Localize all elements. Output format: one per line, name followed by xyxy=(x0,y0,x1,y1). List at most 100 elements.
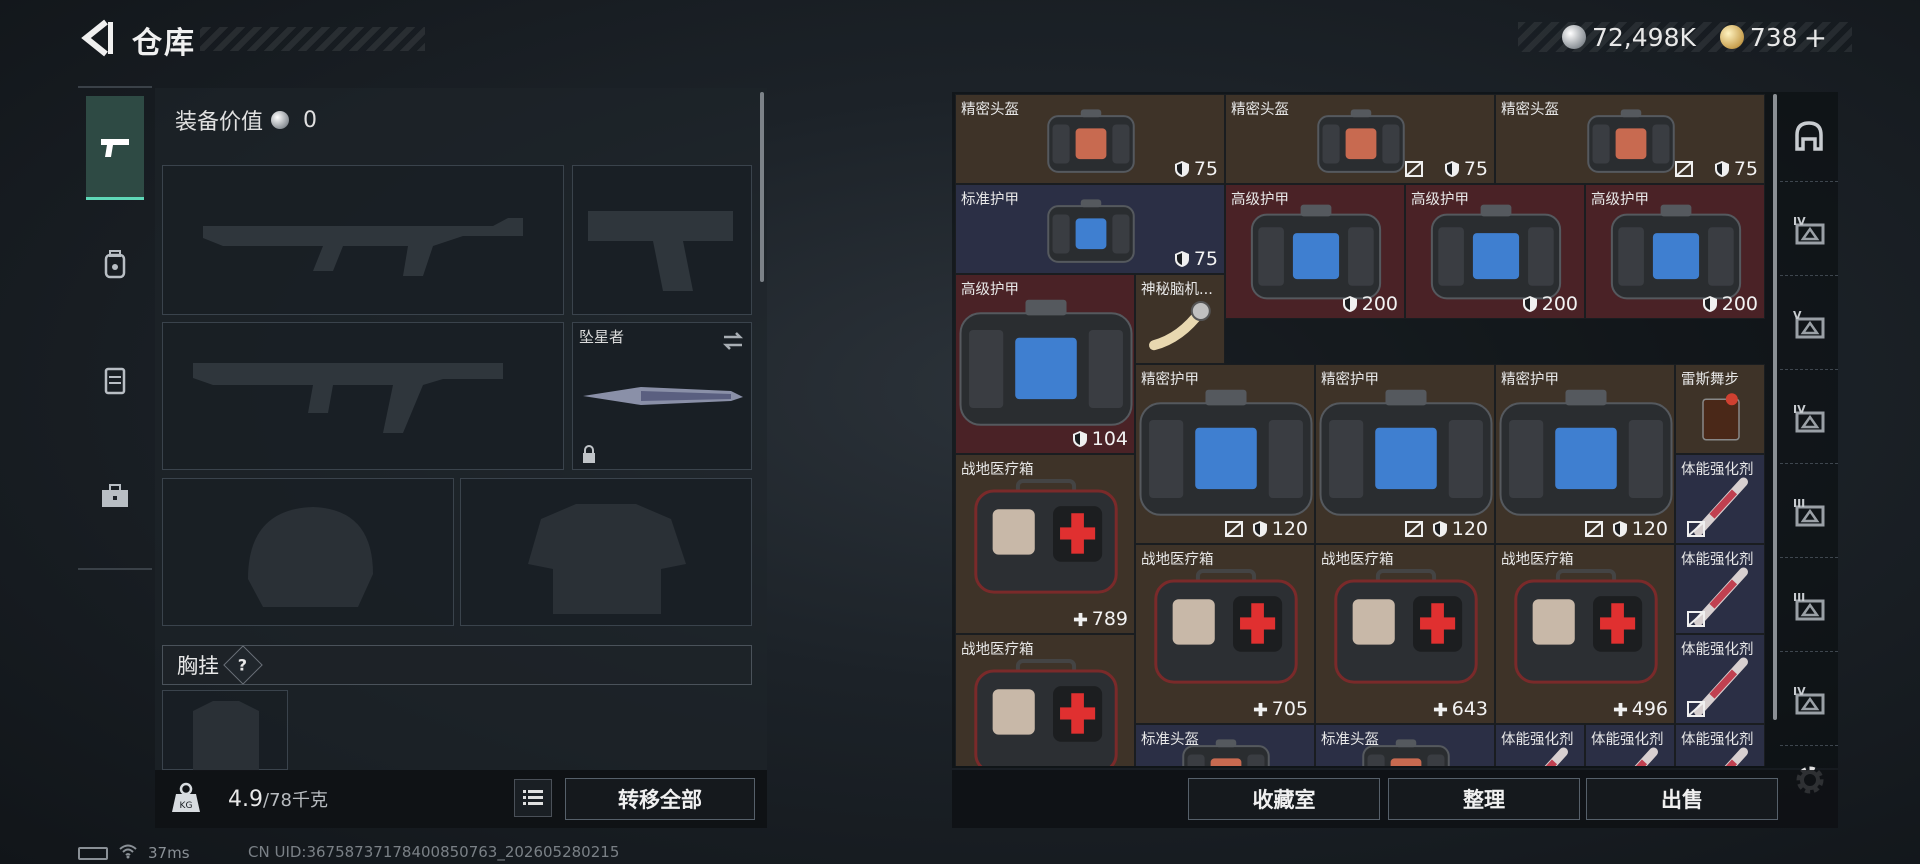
storage-tab[interactable]: IV xyxy=(1780,656,1838,746)
primary-weapon-slot[interactable] xyxy=(162,165,564,315)
item-value-text: 496 xyxy=(1631,698,1668,720)
item-name: 高级护甲 xyxy=(1231,192,1289,208)
no-trade-icon xyxy=(1404,160,1424,178)
inventory-item[interactable]: 体能强化剂 xyxy=(1585,724,1675,766)
category-tabs xyxy=(78,86,152,570)
item-value: 200 xyxy=(1522,293,1578,315)
player-uid: CN UID:36758737178400850763_202605280215 xyxy=(248,843,620,861)
svg-text:III: III xyxy=(1793,591,1805,604)
inventory-item[interactable]: 体能强化剂 xyxy=(1675,634,1765,724)
swap-icon[interactable] xyxy=(721,329,745,353)
no-trade-icon xyxy=(1686,520,1706,538)
tab-weapons[interactable] xyxy=(86,96,144,200)
storage-tab[interactable]: IV xyxy=(1780,374,1838,464)
sell-button[interactable]: 出售 xyxy=(1586,778,1778,820)
melee-label: 坠星者 xyxy=(579,328,625,346)
armor-slot[interactable] xyxy=(460,478,752,626)
armor-value-icon xyxy=(1174,251,1189,267)
chest-rig-slot[interactable] xyxy=(162,690,288,771)
tab-backpack[interactable] xyxy=(86,212,144,316)
silver-coin-icon xyxy=(1562,25,1586,49)
item-name: 高级护甲 xyxy=(961,282,1019,298)
inventory-item[interactable]: 精密护甲 120 xyxy=(1315,364,1495,544)
item-value-text: 200 xyxy=(1361,293,1398,315)
inventory-grid: 精密头盔 75 精密头盔 75 精密头盔 75 标准护甲 75 高级护甲 200… xyxy=(955,94,1765,766)
list-view-button[interactable] xyxy=(514,779,552,817)
item-value: 120 xyxy=(1612,518,1668,540)
inventory-item[interactable]: 标准头盔 xyxy=(1315,724,1495,766)
armor-value-icon xyxy=(1612,521,1627,537)
inventory-item[interactable]: 高级护甲 200 xyxy=(1585,184,1765,319)
inventory-item[interactable]: 神秘脑机... xyxy=(1135,274,1225,364)
list-icon xyxy=(523,790,543,805)
storage-tabs: IV V IV III III IV xyxy=(1780,92,1838,768)
melee-slot[interactable]: 坠星者 xyxy=(572,322,752,470)
item-name: 体能强化剂 xyxy=(1681,642,1754,658)
inventory-item[interactable]: 标准头盔 xyxy=(1135,724,1315,766)
secondary-weapon-slot[interactable] xyxy=(162,322,564,470)
tab-case[interactable] xyxy=(86,444,144,548)
help-badge[interactable]: ? xyxy=(223,645,263,685)
inventory-item[interactable]: 战地医疗箱 789 xyxy=(955,454,1135,634)
inventory-scrollbar[interactable] xyxy=(1773,94,1777,720)
inventory-item[interactable]: 战地医疗箱 705 xyxy=(1135,544,1315,724)
equip-value-amount: 0 xyxy=(303,107,318,133)
transfer-all-button[interactable]: 转移全部 xyxy=(565,778,755,820)
inventory-item[interactable]: 战地医疗箱 496 xyxy=(1495,544,1675,724)
tab-armor[interactable] xyxy=(86,328,144,432)
sort-button[interactable]: 整理 xyxy=(1388,778,1580,820)
gold-amount: 738 xyxy=(1749,22,1798,52)
storage-tab[interactable]: IV xyxy=(1780,186,1838,276)
pistol-silhouette-icon xyxy=(588,211,733,291)
inventory-item[interactable]: 高级护甲 104 xyxy=(955,274,1135,454)
inventory-item[interactable]: 雷斯舞步 xyxy=(1675,364,1765,454)
inventory-item[interactable]: 高级护甲 200 xyxy=(1225,184,1405,319)
inventory-item[interactable]: 体能强化剂 xyxy=(1495,724,1585,766)
add-gold-button[interactable]: + xyxy=(1804,21,1827,54)
pistol-slot[interactable] xyxy=(572,165,752,315)
item-name: 精密护甲 xyxy=(1321,372,1379,388)
storage-tab[interactable]: III xyxy=(1780,468,1838,558)
inventory-item[interactable]: 精密护甲 120 xyxy=(1495,364,1675,544)
collection-room-button[interactable]: 收藏室 xyxy=(1188,778,1380,820)
storage-tab[interactable] xyxy=(1780,92,1838,182)
inventory-item[interactable]: 体能强化剂 xyxy=(1675,724,1765,766)
storage-tab[interactable]: III xyxy=(1780,562,1838,652)
item-name: 体能强化剂 xyxy=(1501,732,1574,748)
chest-rig-label: 胸挂 xyxy=(177,654,219,678)
item-name: 高级护甲 xyxy=(1591,192,1649,208)
item-value-text: 200 xyxy=(1541,293,1578,315)
gold-currency[interactable]: 738 + xyxy=(1719,21,1827,54)
inventory-item[interactable]: 精密头盔 75 xyxy=(1225,94,1495,184)
svg-text:IV: IV xyxy=(1793,685,1806,698)
inventory-item[interactable]: 体能强化剂 xyxy=(1675,544,1765,634)
loadout-scrollbar[interactable] xyxy=(760,92,764,282)
item-name: 精密头盔 xyxy=(1501,102,1559,118)
battery-icon xyxy=(78,846,108,860)
item-value: 643 xyxy=(1433,698,1488,720)
storage-tab[interactable]: V xyxy=(1780,280,1838,370)
item-value-text: 789 xyxy=(1091,608,1128,630)
helmet-slot[interactable] xyxy=(162,478,454,626)
no-trade-icon xyxy=(1686,610,1706,628)
silver-coin-icon xyxy=(271,111,290,129)
item-value-text: 705 xyxy=(1271,698,1308,720)
inventory-item[interactable]: 精密头盔 75 xyxy=(1495,94,1765,184)
inventory-item[interactable]: 精密护甲 120 xyxy=(1135,364,1315,544)
back-button[interactable] xyxy=(78,18,114,58)
item-value: 200 xyxy=(1342,293,1398,315)
lock-icon xyxy=(583,445,595,463)
inventory-item[interactable]: 标准护甲 75 xyxy=(955,184,1225,274)
no-trade-icon xyxy=(1224,520,1244,538)
page-title: 仓库 xyxy=(132,26,196,61)
inventory-item[interactable]: 精密头盔 75 xyxy=(955,94,1225,184)
item-name: 神秘脑机... xyxy=(1141,282,1213,298)
item-value: 120 xyxy=(1252,518,1308,540)
inventory-item[interactable]: 战地医疗箱 643 xyxy=(1315,544,1495,724)
inventory-item[interactable]: 高级护甲 200 xyxy=(1405,184,1585,319)
helmet-silhouette-icon xyxy=(248,507,373,607)
inventory-item[interactable]: 体能强化剂 xyxy=(1675,454,1765,544)
item-name: 战地医疗箱 xyxy=(1501,552,1574,568)
armor-value-icon xyxy=(1714,161,1729,177)
inventory-item[interactable]: 战地医疗箱 xyxy=(955,634,1135,766)
